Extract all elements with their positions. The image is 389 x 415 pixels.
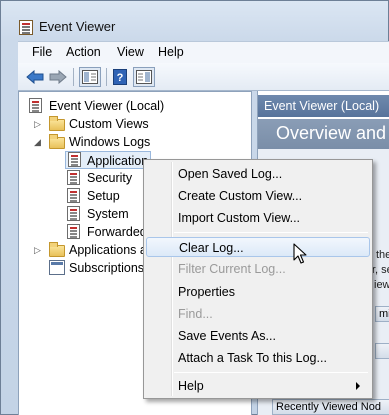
folder-icon [49, 134, 65, 149]
overview-text-fragment: r, se [372, 264, 389, 276]
menu-file[interactable]: File [32, 45, 52, 59]
overview-banner: Overview and [258, 119, 389, 149]
overview-text-fragment: the [376, 249, 389, 261]
collapse-arrow-icon[interactable]: ◢ [33, 138, 42, 147]
menu-item-properties[interactable]: Properties [146, 282, 370, 302]
menu-separator [174, 372, 368, 373]
submenu-arrow-icon [356, 382, 360, 390]
tree-node-application[interactable]: Application [65, 151, 151, 169]
tree-node-label: Event Viewer (Local) [49, 99, 165, 113]
log-icon [67, 206, 80, 221]
tree-node-label: Subscriptions [69, 261, 145, 275]
toolbar-separator [73, 68, 74, 86]
menu-item-create-custom-view[interactable]: Create Custom View... [146, 186, 370, 206]
menu-separator [174, 232, 368, 233]
tree-node-label: Security [87, 171, 133, 185]
log-icon [67, 224, 80, 239]
context-menu: Open Saved Log... Create Custom View... … [143, 159, 373, 399]
tree-node-label: Setup [87, 189, 120, 203]
summary-section-header[interactable] [375, 343, 389, 359]
forward-arrow-icon[interactable] [48, 67, 68, 87]
menu-item-label: Help [178, 379, 204, 393]
recently-viewed-nodes-header[interactable]: Recently Viewed Nod [272, 399, 389, 415]
folder-icon [49, 116, 65, 131]
tree-node-label: Custom Views [69, 117, 149, 131]
show-hide-tree-icon[interactable] [79, 67, 101, 87]
overview-text-fragment: iew [374, 279, 389, 291]
summary-section-header[interactable]: minist [375, 306, 389, 322]
log-icon [68, 152, 81, 167]
menu-bar: File Action View Help [18, 41, 389, 63]
folder-icon [49, 242, 65, 257]
mouse-cursor-icon [293, 243, 307, 264]
menu-item-save-events-as[interactable]: Save Events As... [146, 326, 370, 346]
event-viewer-app-icon [19, 20, 33, 35]
tree-node-label: Applications a [69, 243, 147, 257]
show-hide-action-pane-icon[interactable] [133, 67, 155, 87]
tree-node-label: System [87, 207, 129, 221]
menu-item-filter-current-log[interactable]: Filter Current Log... [146, 259, 370, 279]
expand-arrow-icon[interactable]: ▷ [33, 246, 42, 255]
menu-item-clear-log[interactable]: Clear Log... [146, 237, 370, 257]
pane-header: Event Viewer (Local) [258, 95, 389, 117]
subscriptions-icon [49, 260, 65, 275]
back-arrow-icon[interactable] [25, 67, 45, 87]
event-viewer-icon [29, 98, 42, 113]
tree-node-label: Application [87, 154, 149, 168]
menu-view[interactable]: View [117, 45, 144, 59]
menu-item-import-custom-view[interactable]: Import Custom View... [146, 208, 370, 228]
log-icon [67, 170, 80, 185]
menu-item-find[interactable]: Find... [146, 304, 370, 324]
menu-item-attach-task[interactable]: Attach a Task To this Log... [146, 348, 370, 368]
tree-node-label: Windows Logs [69, 135, 151, 149]
menu-help[interactable]: Help [158, 45, 184, 59]
title-bar[interactable]: Event Viewer [1, 1, 389, 41]
menu-item-help[interactable]: Help [146, 376, 370, 396]
window-title: Event Viewer [39, 19, 116, 34]
menu-item-open-saved-log[interactable]: Open Saved Log... [146, 164, 370, 184]
tree-node-label: Forwarded [87, 225, 147, 239]
log-icon [67, 188, 80, 203]
toolbar-separator [106, 68, 107, 86]
menu-action[interactable]: Action [66, 45, 101, 59]
toolbar: ? [18, 63, 389, 91]
svg-text:?: ? [117, 72, 124, 84]
help-icon[interactable]: ? [111, 67, 129, 87]
expand-arrow-icon[interactable]: ▷ [33, 120, 42, 129]
